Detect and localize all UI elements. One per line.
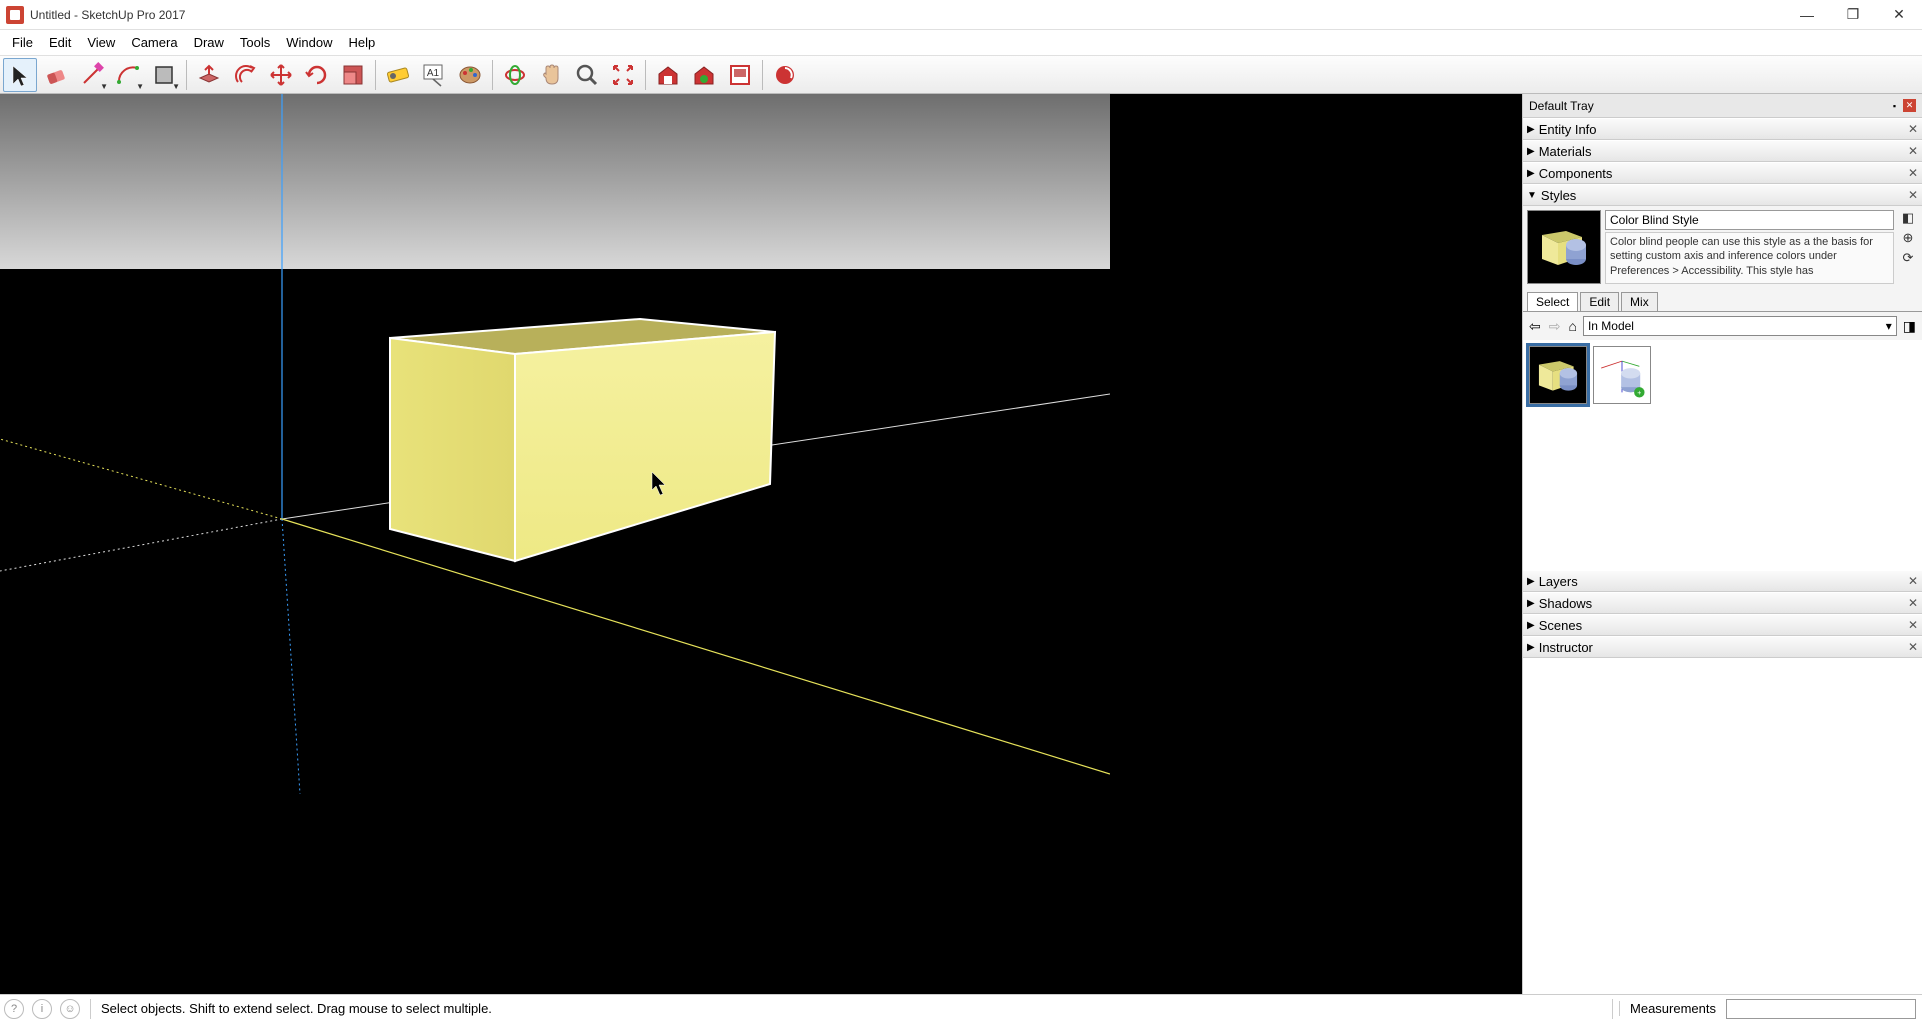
default-tray: Default Tray ▪ ✕ ▶Entity Info✕▶Materials… xyxy=(1522,94,1922,994)
select-tool[interactable] xyxy=(3,58,37,92)
style-collection-label: In Model xyxy=(1588,319,1634,333)
pan-tool[interactable] xyxy=(534,58,568,92)
arrow-right-icon: ▶ xyxy=(1527,598,1535,609)
panel-scenes[interactable]: ▶Scenes✕ xyxy=(1523,614,1922,636)
statusbar: ? i ☺ Select objects. Shift to extend se… xyxy=(0,994,1922,1022)
menu-window[interactable]: Window xyxy=(278,33,340,52)
arrow-down-icon: ▼ xyxy=(1527,190,1537,201)
panel-close-icon[interactable]: ✕ xyxy=(1908,640,1918,654)
arc-tool[interactable]: ▼ xyxy=(111,58,145,92)
arrow-right-icon: ▶ xyxy=(1527,124,1535,135)
measurements-label: Measurements xyxy=(1619,1001,1726,1016)
paint-tool[interactable] xyxy=(453,58,487,92)
style-display-options-icon[interactable]: ◧ xyxy=(1902,210,1914,226)
svg-text:A1: A1 xyxy=(427,68,440,79)
menu-file[interactable]: File xyxy=(4,33,41,52)
arrow-right-icon: ▶ xyxy=(1527,146,1535,157)
style-nav-back-icon[interactable]: ⇦ xyxy=(1527,318,1543,335)
warehouse-tool[interactable] xyxy=(651,58,685,92)
tray-title-label: Default Tray xyxy=(1529,99,1594,113)
panel-instructor[interactable]: ▶Instructor✕ xyxy=(1523,636,1922,658)
tray-pin-icon[interactable]: ▪ xyxy=(1888,99,1901,112)
menu-draw[interactable]: Draw xyxy=(186,33,232,52)
zoomextents-tool[interactable] xyxy=(606,58,640,92)
toolbar: ▼▼▼A1 xyxy=(0,56,1922,94)
close-button[interactable]: ✕ xyxy=(1876,0,1922,30)
style-name-input[interactable]: Color Blind Style xyxy=(1605,210,1894,230)
menu-tools[interactable]: Tools xyxy=(232,33,278,52)
layout-tool[interactable] xyxy=(723,58,757,92)
arrow-right-icon: ▶ xyxy=(1527,620,1535,631)
menu-camera[interactable]: Camera xyxy=(123,33,185,52)
shape-tool[interactable]: ▼ xyxy=(147,58,181,92)
style-nav-home-icon[interactable]: ⌂ xyxy=(1566,318,1578,334)
style-collection-combo[interactable]: In Model ▾ xyxy=(1583,316,1897,336)
style-grid: + xyxy=(1523,340,1922,570)
text-tool[interactable]: A1 xyxy=(417,58,451,92)
panel-styles[interactable]: ▼Styles✕ xyxy=(1523,184,1922,206)
style-details-icon[interactable]: ◨ xyxy=(1901,318,1918,335)
panel-materials[interactable]: ▶Materials✕ xyxy=(1523,140,1922,162)
eraser-tool[interactable] xyxy=(39,58,73,92)
menubar: FileEditViewCameraDrawToolsWindowHelp xyxy=(0,30,1922,56)
offset-tool[interactable] xyxy=(228,58,262,92)
pushpull-tool[interactable] xyxy=(192,58,226,92)
panel-close-icon[interactable]: ✕ xyxy=(1908,122,1918,136)
style-grid-item[interactable]: + xyxy=(1593,346,1651,404)
styles-panel-body: Color Blind Style Color blind people can… xyxy=(1523,206,1922,570)
panel-close-icon[interactable]: ✕ xyxy=(1908,188,1918,202)
status-message: Select objects. Shift to extend select. … xyxy=(97,1001,1606,1016)
style-update-icon[interactable]: ⟳ xyxy=(1903,250,1914,266)
rotate-tool[interactable] xyxy=(300,58,334,92)
panel-close-icon[interactable]: ✕ xyxy=(1908,144,1918,158)
arrow-right-icon: ▶ xyxy=(1527,576,1535,587)
menu-view[interactable]: View xyxy=(79,33,123,52)
app-icon xyxy=(6,6,24,24)
help-icon[interactable]: ? xyxy=(4,999,24,1019)
orbit-tool[interactable] xyxy=(498,58,532,92)
info-icon[interactable]: i xyxy=(32,999,52,1019)
panel-close-icon[interactable]: ✕ xyxy=(1908,618,1918,632)
move-tool[interactable] xyxy=(264,58,298,92)
tray-close-icon[interactable]: ✕ xyxy=(1903,99,1916,112)
ext-manager-tool[interactable] xyxy=(768,58,802,92)
style-tabs: SelectEditMix xyxy=(1523,288,1922,312)
style-thumbnail[interactable] xyxy=(1527,210,1601,284)
panel-entity-info[interactable]: ▶Entity Info✕ xyxy=(1523,118,1922,140)
panel-close-icon[interactable]: ✕ xyxy=(1908,596,1918,610)
viewport-3d[interactable] xyxy=(0,94,1522,994)
style-create-icon[interactable]: ⊕ xyxy=(1903,230,1914,246)
ext-warehouse-tool[interactable] xyxy=(687,58,721,92)
measure-tool[interactable] xyxy=(381,58,415,92)
style-tab-mix[interactable]: Mix xyxy=(1621,292,1658,311)
panel-components[interactable]: ▶Components✕ xyxy=(1523,162,1922,184)
window-title: Untitled - SketchUp Pro 2017 xyxy=(30,8,185,22)
zoom-tool[interactable] xyxy=(570,58,604,92)
panel-close-icon[interactable]: ✕ xyxy=(1908,574,1918,588)
measurements-input[interactable] xyxy=(1726,999,1916,1019)
minimize-button[interactable]: — xyxy=(1784,0,1830,30)
panel-shadows[interactable]: ▶Shadows✕ xyxy=(1523,592,1922,614)
scale-tool[interactable] xyxy=(336,58,370,92)
style-tab-select[interactable]: Select xyxy=(1527,292,1578,311)
arrow-right-icon: ▶ xyxy=(1527,642,1535,653)
style-grid-item[interactable] xyxy=(1529,346,1587,404)
panel-layers[interactable]: ▶Layers✕ xyxy=(1523,570,1922,592)
titlebar: Untitled - SketchUp Pro 2017 — ❐ ✕ xyxy=(0,0,1922,30)
style-description[interactable]: Color blind people can use this style as… xyxy=(1605,232,1894,284)
tray-title[interactable]: Default Tray ▪ ✕ xyxy=(1523,94,1922,118)
menu-edit[interactable]: Edit xyxy=(41,33,79,52)
maximize-button[interactable]: ❐ xyxy=(1830,0,1876,30)
svg-text:+: + xyxy=(1637,390,1641,397)
arrow-right-icon: ▶ xyxy=(1527,168,1535,179)
style-nav-forward-icon[interactable]: ⇨ xyxy=(1547,318,1563,335)
style-tab-edit[interactable]: Edit xyxy=(1580,292,1619,311)
chevron-down-icon: ▾ xyxy=(1886,319,1892,333)
user-icon[interactable]: ☺ xyxy=(60,999,80,1019)
panel-close-icon[interactable]: ✕ xyxy=(1908,166,1918,180)
menu-help[interactable]: Help xyxy=(341,33,384,52)
line-tool[interactable]: ▼ xyxy=(75,58,109,92)
